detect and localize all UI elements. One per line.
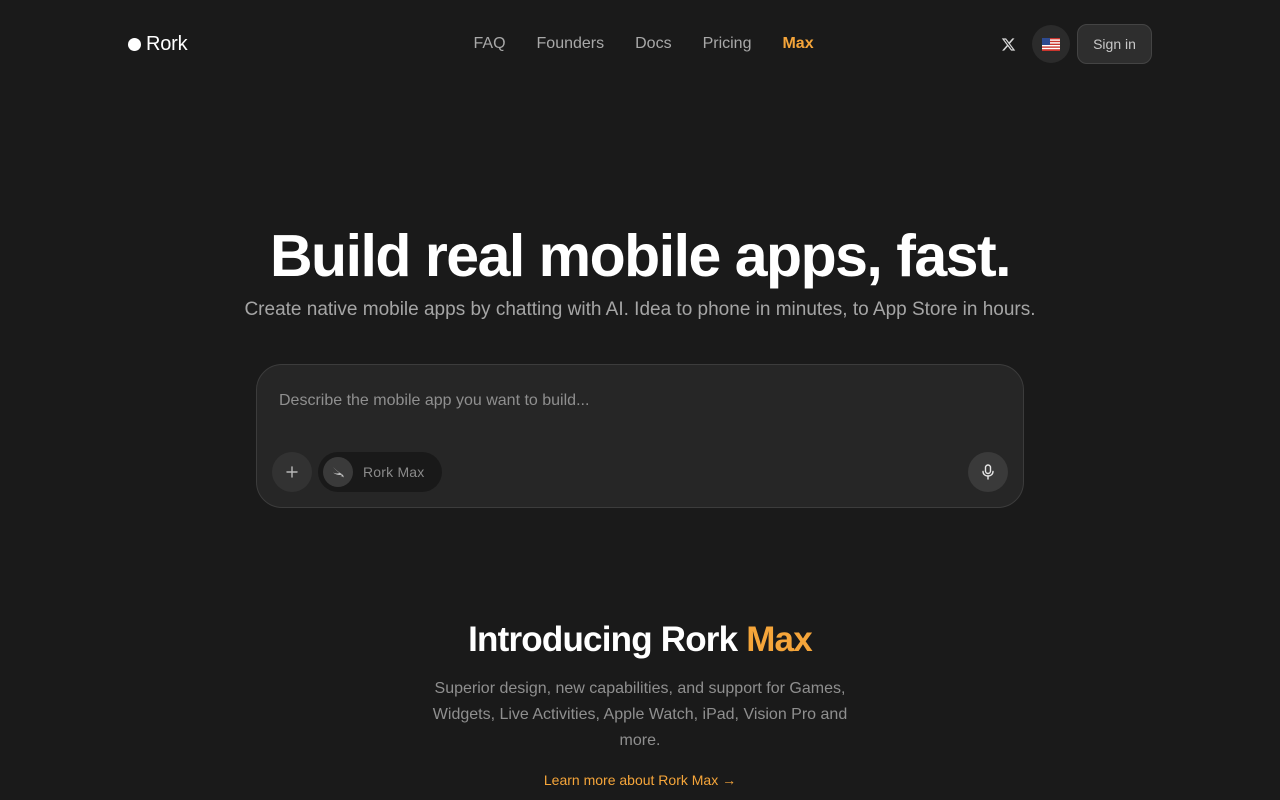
nav-item-faq[interactable]: FAQ bbox=[458, 31, 521, 57]
main-nav: FAQ Founders Docs Pricing Max bbox=[458, 31, 829, 57]
intro-description: Superior design, new capabilities, and s… bbox=[432, 680, 848, 749]
logo-text: Rork bbox=[146, 32, 188, 55]
plus-icon bbox=[286, 466, 298, 478]
intro-title: Introducing Rork Max bbox=[0, 618, 1280, 662]
hero-subtitle: Create native mobile apps by chatting wi… bbox=[244, 299, 1036, 320]
intro-title-prefix: Introducing Rork bbox=[468, 620, 747, 659]
hero-title: Build real mobile apps, fast. bbox=[269, 223, 1012, 289]
intro-title-accent: Max bbox=[746, 620, 812, 659]
site-header: Rork FAQ Founders Docs Pricing Max Sign … bbox=[0, 0, 1280, 88]
sign-in-button[interactable]: Sign in bbox=[1077, 24, 1152, 64]
x-link-button[interactable] bbox=[992, 28, 1024, 60]
swift-icon bbox=[323, 457, 353, 487]
language-selector-button[interactable] bbox=[1032, 25, 1070, 63]
microphone-icon bbox=[982, 464, 994, 480]
app-description-input[interactable] bbox=[279, 387, 979, 415]
learn-more-link[interactable]: Learn more about Rork Max → bbox=[544, 772, 736, 788]
nav-item-founders[interactable]: Founders bbox=[521, 31, 620, 57]
logo-dot-icon bbox=[128, 37, 141, 51]
model-label: Rork Max bbox=[363, 464, 425, 480]
learn-more-row: Learn more about Rork Max → bbox=[0, 769, 1280, 791]
x-logo-icon bbox=[1001, 37, 1015, 51]
add-attachment-button[interactable] bbox=[272, 452, 312, 492]
model-selector-button[interactable]: Rork Max bbox=[318, 452, 442, 492]
prompt-box: Rork Max bbox=[256, 364, 1024, 508]
nav-item-docs[interactable]: Docs bbox=[620, 31, 687, 57]
us-flag-icon bbox=[1042, 37, 1060, 51]
nav-item-pricing[interactable]: Pricing bbox=[687, 31, 767, 57]
rork-logo[interactable]: Rork bbox=[128, 31, 188, 57]
nav-item-max[interactable]: Max bbox=[767, 31, 829, 57]
voice-input-button[interactable] bbox=[968, 452, 1008, 492]
